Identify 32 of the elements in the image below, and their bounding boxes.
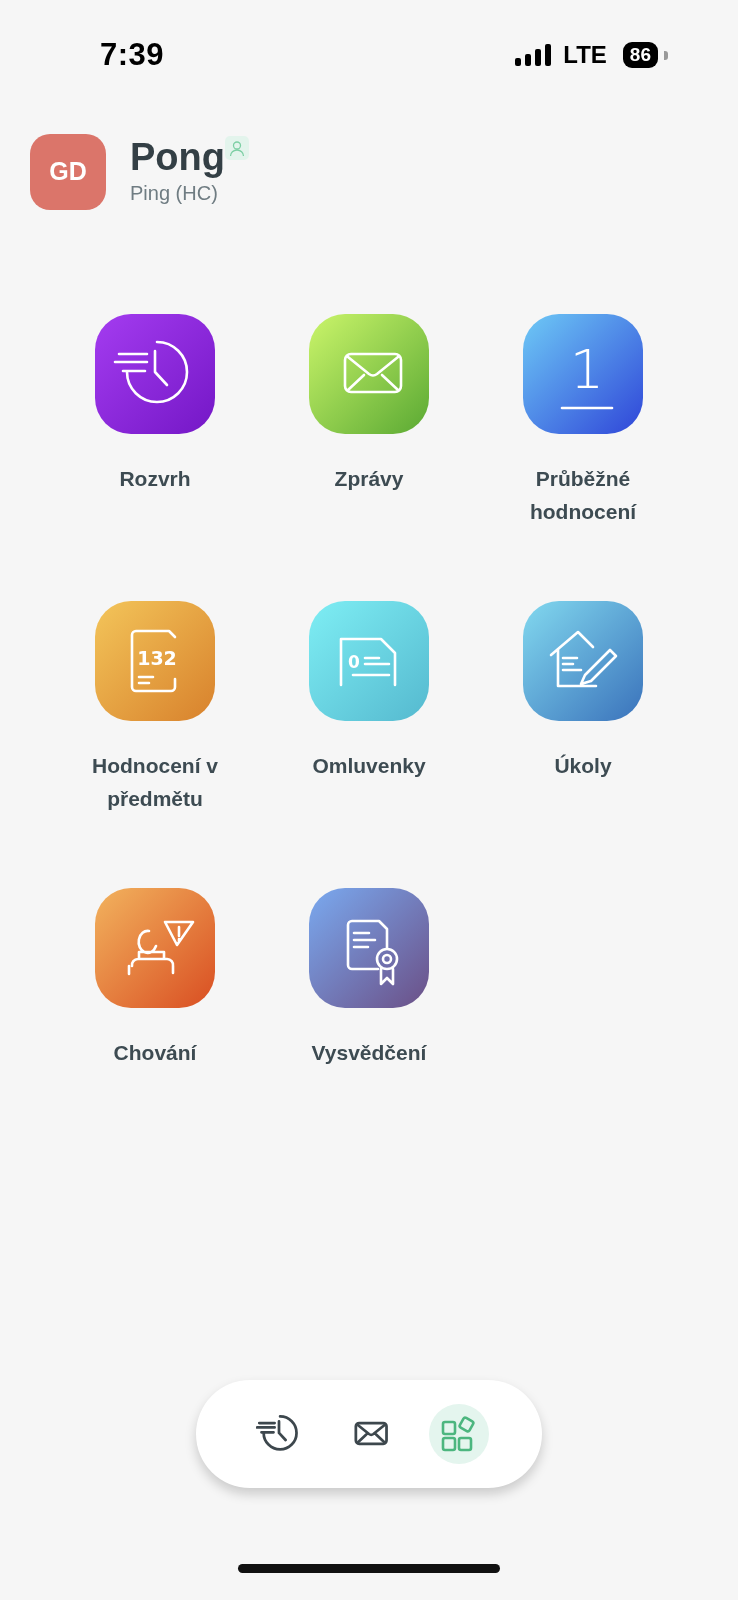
- grade-digit: 1: [569, 338, 605, 401]
- app-tile[interactable]: [95, 888, 215, 1008]
- app-tile[interactable]: 0: [309, 601, 429, 721]
- profile-subtitle: Ping (HC): [130, 180, 219, 206]
- behavior-icon: [127, 920, 195, 976]
- app-tile[interactable]: 132: [95, 601, 215, 721]
- homework-icon: [549, 630, 618, 688]
- app-tile[interactable]: 1: [523, 314, 643, 434]
- tile-label: Rozvrh: [119, 466, 191, 492]
- grade-numbers: 132: [137, 647, 177, 669]
- app-tile[interactable]: [95, 314, 215, 434]
- schedule-icon: [113, 340, 189, 404]
- tile-label: Úkoly: [554, 753, 612, 779]
- messages-icon: [343, 352, 403, 394]
- network-label: LTE: [563, 40, 607, 70]
- tile-label: Hodnocení v předmětu: [91, 753, 219, 812]
- tile-label: Průběžné hodnocení: [528, 466, 638, 525]
- certificate-icon: [346, 919, 399, 986]
- profile-name: Pong: [130, 138, 225, 178]
- tile-label: Zprávy: [334, 466, 404, 492]
- app-tile[interactable]: [523, 601, 643, 721]
- excuse-digit: 0: [348, 652, 360, 672]
- battery-tip-icon: [664, 50, 668, 60]
- tile-label: Chování: [113, 1040, 197, 1066]
- battery-indicator: 86: [622, 42, 658, 68]
- signal-icon: [515, 44, 552, 66]
- app-tile[interactable]: [309, 314, 429, 434]
- status-time: 7:39: [100, 35, 165, 74]
- tile-label: Vysvědčení: [311, 1040, 427, 1066]
- tile-label: Omluvenky: [312, 753, 426, 779]
- app-tile[interactable]: [309, 888, 429, 1008]
- avatar[interactable]: GD: [30, 134, 106, 210]
